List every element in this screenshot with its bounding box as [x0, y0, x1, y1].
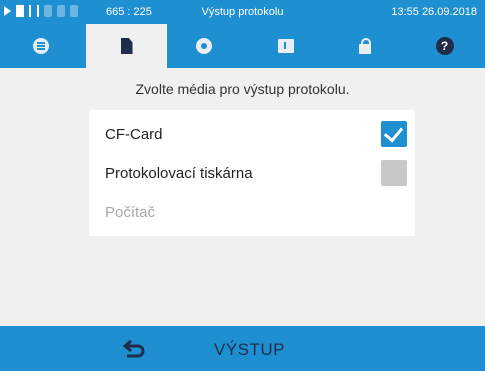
option-cf-card[interactable]: CF-Card [89, 116, 415, 154]
back-arrow-icon [123, 339, 145, 357]
tab-bar: ? [0, 24, 485, 68]
date: 26.09.2018 [421, 6, 477, 18]
lock-icon [358, 38, 371, 54]
option-label: Počítač [105, 204, 156, 221]
prompt-text: Zvolte média pro výstup protokolu. [135, 81, 350, 97]
tab-settings[interactable] [163, 24, 244, 68]
printer-checkbox[interactable] [381, 160, 407, 186]
list-icon [32, 38, 49, 54]
checkmark-icon [383, 122, 404, 143]
screen: 665 : 225 Výstup protokolu 13:55 26.09.2… [0, 0, 485, 371]
clock: 13:55 26.09.2018 [391, 6, 477, 18]
output-button-label[interactable]: VÝSTUP [214, 340, 285, 360]
tab-protocol[interactable] [86, 24, 167, 68]
document-icon [120, 38, 133, 54]
tab-list[interactable] [0, 24, 81, 68]
status-bar: 665 : 225 Výstup protokolu 13:55 26.09.2… [0, 0, 485, 24]
back-button[interactable] [110, 326, 158, 371]
option-label: CF-Card [105, 126, 163, 143]
bottom-bar: VÝSTUP [0, 326, 485, 371]
folder-icon [277, 39, 294, 53]
media-options-panel: CF-Card Protokolovací tiskárna Počítač [89, 110, 415, 236]
tab-lock[interactable] [324, 24, 405, 68]
tab-help[interactable]: ? [404, 24, 485, 68]
time: 13:55 [391, 6, 419, 18]
option-label: Protokolovací tiskárna [105, 165, 253, 182]
tab-folder[interactable] [245, 24, 326, 68]
cf-card-checkbox[interactable] [381, 121, 407, 147]
option-computer: Počítač [89, 194, 415, 232]
main-content: Zvolte média pro výstup protokolu. CF-Ca… [0, 68, 485, 326]
option-printer[interactable]: Protokolovací tiskárna [89, 155, 415, 193]
gear-icon [195, 38, 212, 54]
help-icon: ? [435, 37, 454, 55]
